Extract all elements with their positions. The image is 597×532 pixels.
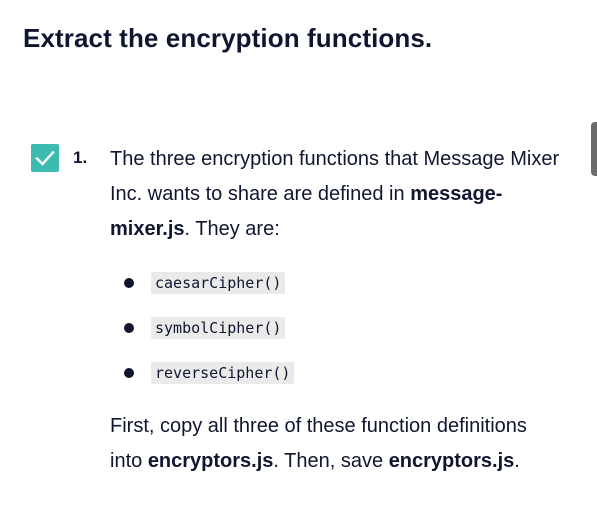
task-outro: First, copy all three of these function … [110,409,560,479]
task-number: 1. [73,148,88,167]
function-name: caesarCipher() [151,272,286,294]
outro-text-end: . [514,450,520,472]
page-title: Extract the encryption functions. [23,23,433,53]
list-item: symbolCipher() [110,305,560,350]
instructions-panel: Extract the encryption functions. 1. The… [0,0,597,532]
bullet-icon [124,278,134,288]
check-icon [35,150,55,166]
scrollbar-thumb[interactable] [591,122,597,176]
outro-file-name: encryptors.js [147,450,274,472]
bullet-icon [124,323,134,333]
list-item: caesarCipher() [110,260,560,305]
intro-text-end: . They are: [184,218,280,240]
function-list: caesarCipher() symbolCipher() reverseCip… [110,260,560,395]
task-body: The three encryption functions that Mess… [110,142,560,479]
function-name: symbolCipher() [151,317,286,339]
bullet-icon [124,368,134,378]
task-checkbox[interactable] [31,144,59,172]
outro-text-middle: . Then, save [273,450,389,472]
function-name: reverseCipher() [151,362,295,384]
outro-file-name-2: encryptors.js [388,450,515,472]
task-intro: The three encryption functions that Mess… [110,142,560,247]
list-item: reverseCipher() [110,350,560,395]
